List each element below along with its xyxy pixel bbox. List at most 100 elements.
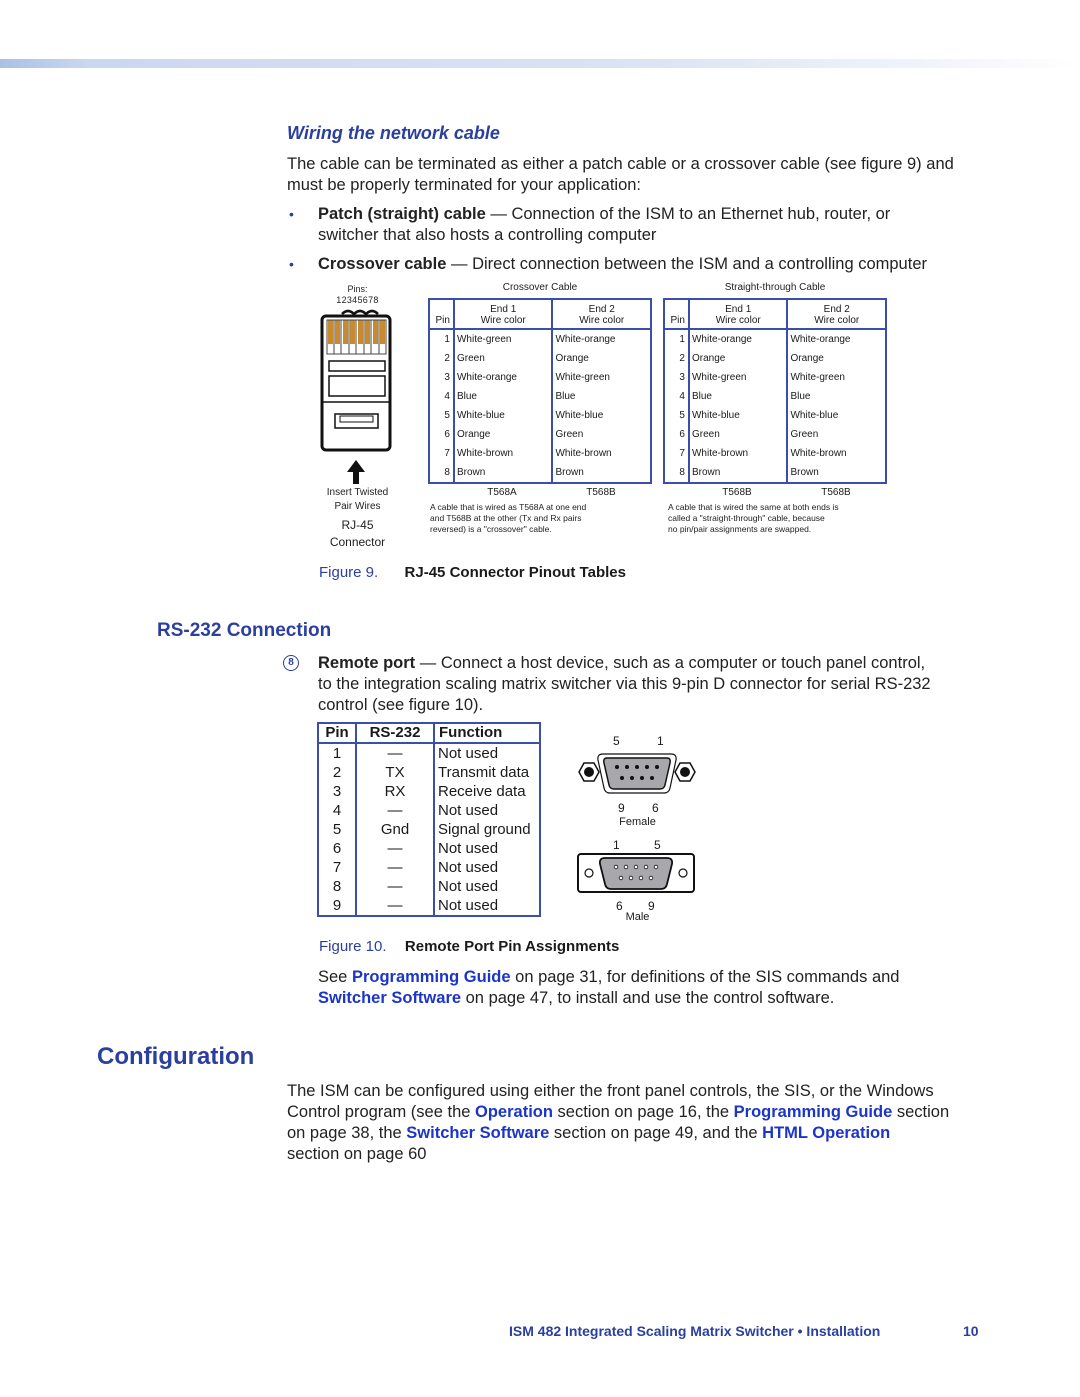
function-cell: Not used: [433, 877, 540, 896]
table-row: 5 White-blue White-blue: [664, 406, 886, 425]
end2-cell: White-brown: [786, 444, 886, 463]
pin-cell: 6: [444, 429, 450, 440]
figure10-caption: Figure 10. Remote Port Pin Assignments: [319, 938, 619, 955]
table-header-row: Pin RS-232 Function: [318, 723, 540, 744]
table-row: 2 Orange Orange: [664, 349, 886, 368]
wiring-intro: The cable can be terminated as either a …: [287, 154, 1007, 196]
standard-end2: T568B: [821, 487, 851, 498]
pin-cell: 8: [679, 467, 685, 478]
col-header-rs232: RS-232: [355, 723, 434, 744]
straight-note: A cable that is wired the same at both e…: [668, 502, 839, 534]
straight-table: Pin End 1 Wire color End 2 Wire color 1 Whi…: [663, 298, 887, 484]
end2-cell: Green: [786, 425, 886, 444]
see-also-paragraph: See Programming Guide on page 31, for de…: [318, 968, 900, 1007]
rs232-pin-table: Pin RS-232 Function 1— Not used 2 TX Transmi…: [317, 722, 541, 917]
crossover-note: A cable that is wired as T568A at one en…: [430, 502, 587, 534]
rs232-cell: —: [355, 896, 434, 916]
table-row: 4 Blue Blue: [429, 387, 651, 406]
end1-cell: Brown: [452, 463, 553, 483]
bullet-icon: •: [289, 256, 294, 272]
bullet-icon: •: [289, 206, 294, 222]
pin-cell: 6: [679, 429, 685, 440]
wiring-intro-line1: The cable can be terminated as either a …: [287, 155, 954, 173]
pin-label: 1: [657, 734, 664, 748]
bullet-text: — Direct connection between the ISM and …: [446, 255, 927, 273]
table-row: 3 RX Receive data: [318, 782, 540, 801]
pin-cell: 7: [444, 448, 450, 459]
pin-label: 5: [613, 734, 620, 748]
pin-cell: 2: [332, 764, 342, 781]
pin-cell: 7: [679, 448, 685, 459]
rs232-heading: RS-232 Connection: [157, 620, 332, 641]
end2-cell: White-orange: [786, 329, 886, 349]
table-row: 1 White-orange White-orange: [664, 329, 886, 349]
end1-cell: Green: [687, 425, 788, 444]
crossover-standards: T568A T568B: [428, 487, 652, 499]
table-row: 7 White-brown White-brown: [429, 444, 651, 463]
table-row: 1 White-green White-orange: [429, 329, 651, 349]
table-row: 6 Green Green: [664, 425, 886, 444]
pin-cell: 5: [332, 821, 342, 838]
programming-guide-link[interactable]: Programming Guide: [352, 968, 511, 986]
end1-cell: Orange: [452, 425, 553, 444]
pin-label: 6: [652, 801, 659, 815]
html-operation-link[interactable]: HTML Operation: [762, 1124, 890, 1142]
table-header-row: Pin End 1 Wire color End 2 Wire color: [429, 299, 651, 330]
crossover-table: Pin End 1 Wire color End 2 Wire color 1 Whi…: [428, 298, 652, 484]
remote-port-description: Remote port — Connect a host device, suc…: [318, 654, 931, 714]
end1-cell: Brown: [687, 463, 788, 483]
rs232-cell: Gnd: [355, 820, 434, 839]
pin-cell: 2: [444, 353, 450, 364]
pins-label: Pins:: [347, 284, 368, 294]
insert-label-line1: Insert Twisted: [326, 487, 389, 498]
col-header-end1: End 1 Wire color: [452, 299, 553, 330]
table-row: 7 — Not used: [318, 858, 540, 877]
crossover-title: Crossover Cable: [502, 282, 578, 293]
pin-cell: 3: [332, 783, 342, 800]
bullet-patch-cable: Patch (straight) cable — Connection of t…: [318, 204, 1018, 246]
pin-cell: 1: [332, 745, 342, 762]
pin-cell: 4: [444, 391, 450, 402]
end1-cell: Blue: [452, 387, 553, 406]
end1-cell: White-green: [687, 368, 788, 387]
end1-cell: White-blue: [687, 406, 788, 425]
end1-cell: White-orange: [687, 329, 788, 349]
end1-cell: Green: [452, 349, 553, 368]
operation-link[interactable]: Operation: [475, 1103, 553, 1121]
col-header-pin: Pin: [318, 723, 356, 744]
end2-cell: White-brown: [551, 444, 651, 463]
end2-cell: White-blue: [551, 406, 651, 425]
col-header-function: Function: [433, 723, 540, 744]
bullet-text: — Connection of the ISM to an Ethernet h…: [485, 205, 891, 223]
arrow-up-icon: [347, 460, 365, 484]
female-label: Female: [619, 816, 656, 828]
end2-cell: White-green: [551, 368, 651, 387]
rs232-cell: —: [355, 743, 434, 763]
figure9-caption: Figure 9. RJ-45 Connector Pinout Tables: [319, 564, 626, 581]
standard-end1: T568A: [487, 487, 517, 498]
programming-guide-link[interactable]: Programming Guide: [734, 1103, 893, 1121]
pins-numbers: 12345678: [336, 295, 379, 305]
col-header-end1: End 1 Wire color: [687, 299, 788, 330]
function-cell: Not used: [433, 896, 540, 916]
switcher-software-link[interactable]: Switcher Software: [406, 1124, 549, 1142]
db9-male-icon: [577, 853, 695, 893]
end1-cell: White-brown: [687, 444, 788, 463]
switcher-software-link[interactable]: Switcher Software: [318, 989, 461, 1007]
callout-8-icon: 8: [283, 655, 299, 671]
figure-title: RJ-45 Connector Pinout Tables: [404, 564, 626, 581]
pin-cell: 3: [444, 372, 450, 383]
function-cell: Transmit data: [433, 763, 540, 782]
col-header-pin: Pin: [664, 299, 689, 330]
table-row: 1 — Not used: [318, 743, 540, 763]
pin-cell: 9: [332, 897, 342, 914]
end1-cell: Blue: [687, 387, 788, 406]
bullet-term: Patch (straight) cable: [318, 205, 486, 223]
table-row: 6 — Not used: [318, 839, 540, 858]
pin-label: 9: [648, 899, 655, 913]
male-connector-figure: 1 5 6 9 Male: [575, 838, 700, 923]
db9-female-icon: [578, 753, 696, 794]
straight-title: Straight-through Cable: [724, 282, 826, 293]
end2-cell: Brown: [551, 463, 651, 483]
table-row: 3 White-orange White-green: [429, 368, 651, 387]
